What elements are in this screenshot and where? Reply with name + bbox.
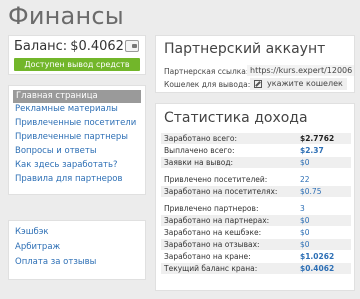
balance-row: Баланс: $0.4062 [14,39,124,54]
link-arbitrage[interactable]: Арбитраж [15,242,60,252]
stat-value: $0 [300,216,310,225]
page-title: Финансы [8,2,124,30]
ref-link-field[interactable]: https://kurs.expert/12006 [247,65,354,76]
nav-item-rules[interactable]: Правила для партнеров [9,173,145,186]
stat-label: Текущий баланс крана: [164,264,258,273]
stat-label: Заработано на отзывах: [164,240,260,249]
stat-label: Привлечено посетителей: [164,175,268,184]
nav-item-visitors[interactable]: Привлеченные посетители [9,117,145,130]
stat-label: Заработано на партнерах: [164,216,270,225]
stat-label: Заработано на посетителях: [164,187,278,196]
stat-value: $0.75 [300,187,322,196]
partner-title: Партнерский аккаунт [164,41,326,57]
stat-value: 3 [300,204,305,213]
balance-card: Баланс: $0.4062 Доступен вывод средств [8,35,146,75]
income-stats-card: Статистика дохода Заработано всего: $2.7… [155,103,355,291]
nav-item-how-to-earn[interactable]: Как здесь заработать? [9,159,145,172]
sidebar-nav: Главная страница Рекламные материалы При… [8,85,146,195]
stat-row-total-earned: Заработано всего: $2.7762 [161,133,351,144]
stat-row-total-paid: Выплачено всего: $2.37 [161,145,351,156]
link-paid-reviews[interactable]: Оплата за отзывы [15,257,96,267]
wallet-icon[interactable] [125,40,139,52]
nav-item-partners[interactable]: Привлеченные партнеры [9,131,145,144]
stat-row-partners-earned: Заработано на партнерах: $0 [161,215,351,226]
stat-value: $1.0262 [300,252,335,261]
set-wallet-button[interactable]: укажите кошелек [250,78,347,90]
stat-row-withdraw-requests: Заявки на вывод: $0 [161,157,351,168]
stat-label: Выплачено всего: [164,146,235,155]
stat-label: Заработано на кешбэке: [164,228,262,237]
stat-row-partners: Привлечено партнеров: 3 [161,203,351,214]
stat-row-faucet-earned: Заработано на кране: $1.0262 [161,251,351,262]
stat-row-faucet-balance: Текущий баланс крана: $0.4062 [161,263,351,274]
stat-label: Заработано на кране: [164,252,251,261]
stat-value: $0.4062 [300,264,335,273]
extra-links: Кэшбэк Арбитраж Оплата за отзывы [8,220,146,280]
edit-icon [254,80,262,88]
wallet-label: Кошелек для вывода: [164,80,251,89]
balance-value: $0.4062 [70,39,124,54]
stat-row-visitors-earned: Заработано на посетителях: $0.75 [161,186,351,197]
balance-label: Баланс: [14,39,68,54]
set-wallet-label: укажите кошелек [267,79,343,88]
stat-value: $2.37 [300,146,324,155]
link-cashback[interactable]: Кэшбэк [15,227,49,237]
stat-value: $0 [300,228,310,237]
stat-row-cashback-earned: Заработано на кешбэке: $0 [161,227,351,238]
stat-value: $0 [300,240,310,249]
stat-label: Привлечено партнеров: [164,204,259,213]
nav-item-faq[interactable]: Вопросы и ответы [9,145,145,158]
stat-label: Заработано всего: [164,134,238,143]
stats-title: Статистика дохода [164,110,308,126]
partner-account-card: Партнерский аккаунт Партнерская ссылка: … [155,35,355,93]
ref-link-label: Партнерская ссылка: [164,67,249,76]
stat-row-reviews-earned: Заработано на отзывах: $0 [161,239,351,250]
stat-value: $0 [300,158,310,167]
nav-item-promo-materials[interactable]: Рекламные материалы [9,103,145,116]
stat-value: 22 [300,175,310,184]
stat-row-visitors: Привлечено посетителей: 22 [161,174,351,185]
stat-value: $2.7762 [300,134,335,143]
nav-item-home[interactable]: Главная страница [13,90,141,103]
stat-label: Заявки на вывод: [164,158,234,167]
withdraw-button[interactable]: Доступен вывод средств [14,58,140,71]
